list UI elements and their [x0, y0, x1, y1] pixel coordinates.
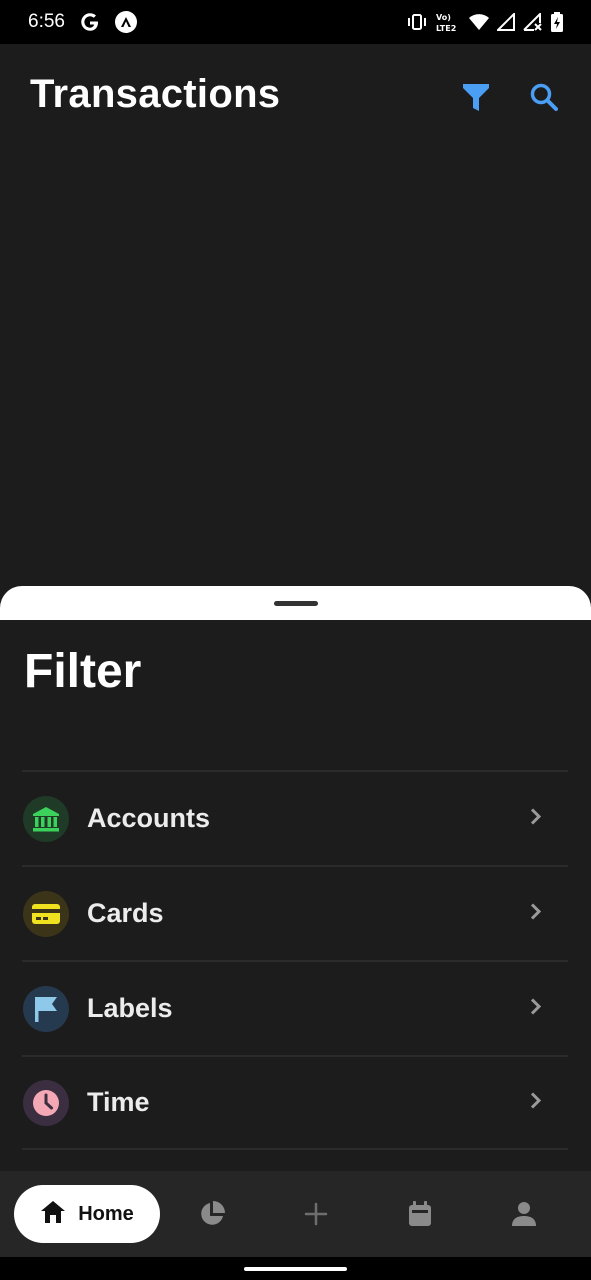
sheet-header[interactable] [0, 586, 591, 620]
filter-label-labels: Labels [87, 993, 173, 1023]
filter-row-time[interactable]: Time [22, 1055, 568, 1150]
transactions-screen: Transactions [0, 44, 591, 586]
chevron-right-icon [530, 997, 542, 1020]
svg-text:LTE2: LTE2 [436, 24, 456, 33]
filter-list: Accounts Cards Labels Time [22, 770, 568, 1150]
filter-row-cards[interactable]: Cards [22, 865, 568, 960]
filter-label-accounts: Accounts [87, 803, 211, 833]
bottom-nav: Home [0, 1171, 591, 1257]
svg-text:Vo): Vo) [436, 13, 451, 22]
search-icon[interactable] [527, 80, 561, 114]
status-time: 6:56 [28, 11, 65, 32]
filter-row-accounts[interactable]: Accounts [22, 770, 568, 865]
app-icon [114, 11, 137, 33]
flag-icon [23, 985, 69, 1032]
filter-row-labels[interactable]: Labels [22, 960, 568, 1055]
sheet-title: Filter [24, 645, 142, 698]
wifi-icon [469, 13, 489, 31]
calendar-icon[interactable] [405, 1199, 435, 1229]
filter-label-cards: Cards [87, 898, 164, 928]
google-icon [79, 11, 101, 33]
gesture-handle[interactable] [244, 1267, 347, 1271]
clock-icon [23, 1079, 69, 1126]
status-bar: 6:56 Vo) LTE2 [0, 0, 591, 44]
filter-icon[interactable] [459, 80, 493, 114]
nav-home-button[interactable]: Home [14, 1185, 160, 1243]
filter-label-time: Time [87, 1087, 150, 1117]
battery-icon [551, 12, 563, 32]
chevron-right-icon [530, 1091, 542, 1114]
filter-sheet: Filter Accounts Cards Labels Time [0, 586, 591, 1171]
signal-icon [497, 13, 515, 31]
vibrate-icon [407, 13, 427, 31]
plus-icon[interactable] [301, 1199, 331, 1229]
gesture-area [0, 1257, 591, 1280]
card-icon [23, 890, 69, 937]
chevron-right-icon [530, 807, 542, 830]
status-right: Vo) LTE2 [407, 11, 563, 33]
pie-chart-icon[interactable] [197, 1199, 227, 1229]
status-left: 6:56 [28, 11, 137, 33]
page-title: Transactions [30, 72, 281, 116]
bank-icon [23, 795, 69, 842]
volte-icon: Vo) LTE2 [435, 11, 461, 33]
drag-handle[interactable] [274, 601, 318, 606]
nav-home-label: Home [78, 1202, 134, 1225]
person-icon[interactable] [509, 1199, 539, 1229]
home-icon [40, 1200, 66, 1229]
chevron-right-icon [530, 902, 542, 925]
signal-x-icon [523, 13, 543, 31]
